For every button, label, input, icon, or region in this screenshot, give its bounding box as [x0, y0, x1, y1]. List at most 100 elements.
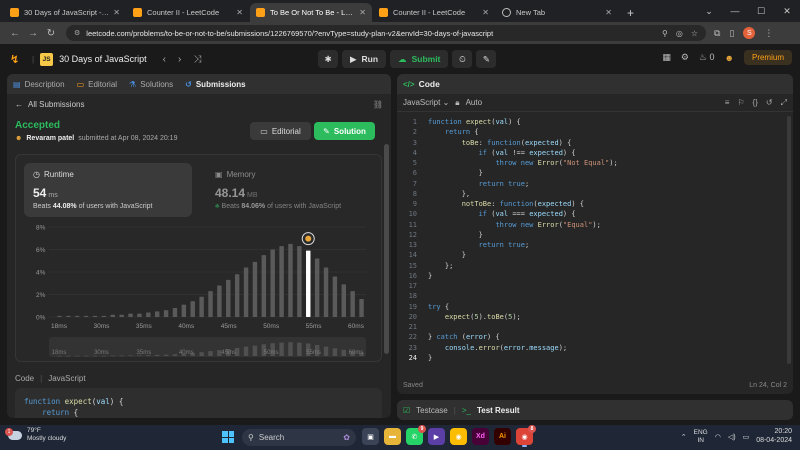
back-icon[interactable]: ← — [6, 28, 24, 39]
code-editor[interactable]: 1 function expect(val) {2 return {3 toBe:… — [397, 114, 793, 376]
close-icon[interactable]: ✕ — [605, 8, 612, 17]
auto-mode[interactable]: Auto — [466, 98, 482, 107]
code-line[interactable]: 22} catch (error) { — [397, 333, 793, 343]
new-tab-button[interactable]: + — [619, 3, 642, 22]
clock[interactable]: 20:20 08-04-2024 — [756, 428, 792, 445]
minimize-icon[interactable]: — — [722, 6, 748, 16]
close-window-icon[interactable]: ✕ — [774, 6, 800, 17]
next-problem-icon[interactable]: › — [178, 54, 181, 65]
premium-button[interactable]: Premium — [743, 50, 792, 65]
chrome-active-icon[interactable]: ◉ 8 — [516, 425, 536, 447]
tab-test-result[interactable]: Test Result — [477, 406, 520, 415]
submit-button[interactable]: ☁ Submit — [390, 50, 449, 68]
editorial-button[interactable]: ▭ Editorial — [250, 122, 311, 140]
run-button[interactable]: ▶ Run — [342, 50, 387, 68]
tab-editorial[interactable]: ▭ Editorial — [77, 80, 117, 89]
all-submissions-link[interactable]: ← All Submissions ⛓ — [15, 98, 383, 110]
runtime-distribution-chart[interactable]: 8% 6% 4% 2% 0% 18ms 30ms 35ms 40ms 45ms 50ms 55ms 60… — [16, 155, 383, 363]
format-icon[interactable]: ≡ — [725, 98, 730, 108]
editor-scrollbar[interactable] — [787, 116, 791, 364]
reload-icon[interactable]: ↻ — [42, 28, 60, 39]
code-line[interactable]: 5 throw new Error("Not Equal"); — [397, 159, 793, 169]
forward-icon[interactable]: → — [24, 28, 42, 39]
code-line[interactable]: 11 throw new Error("Equal"); — [397, 221, 793, 231]
taskbar-search[interactable]: ⚲ Search ✿ — [242, 429, 356, 446]
wifi-icon[interactable]: ◠ — [715, 433, 721, 441]
video-app-icon[interactable]: ▶ — [428, 428, 445, 445]
weather-widget[interactable]: 1 79°F Mostly cloudy — [5, 427, 66, 443]
volume-icon[interactable]: ◁) — [728, 433, 736, 441]
code-line[interactable]: 14 } — [397, 251, 793, 261]
code-line[interactable]: 1 function expect(val) { — [397, 118, 793, 128]
notes-icon[interactable]: ✎ — [476, 50, 497, 68]
profile-avatar[interactable]: S — [743, 27, 756, 39]
code-line[interactable]: 7 return true; — [397, 180, 793, 190]
browser-tab-3[interactable]: To Be Or Not To Be - LeetCode✕ — [250, 3, 372, 22]
tab-solutions[interactable]: ⚗ Solutions — [129, 80, 173, 89]
username[interactable]: Revaram patel — [26, 135, 74, 142]
task-view-icon[interactable]: ▣ — [362, 428, 379, 445]
whatsapp-icon[interactable]: ✆ 9 — [406, 425, 426, 445]
browser-tab-5[interactable]: New Tab ✕ — [496, 3, 618, 22]
bookmark-star-icon[interactable]: ☆ — [691, 29, 698, 38]
adobe-xd-icon[interactable]: Xd — [472, 428, 489, 445]
close-icon[interactable]: ✕ — [359, 8, 366, 17]
code-line[interactable]: 20 expect(5).toBe(5); — [397, 313, 793, 323]
extensions-icon[interactable]: ⧉ — [714, 28, 720, 39]
battery-icon[interactable]: ▭ — [743, 433, 750, 441]
bookmark-icon[interactable]: ⚐ — [737, 98, 744, 108]
code-line[interactable]: 10 if (val === expected) { — [397, 210, 793, 220]
code-line[interactable]: 13 return true; — [397, 241, 793, 251]
prev-problem-icon[interactable]: ‹ — [163, 54, 166, 65]
tab-search-icon[interactable]: ⌄ — [696, 6, 722, 17]
code-line[interactable]: 23 console.error(error.message); — [397, 344, 793, 354]
reset-icon[interactable]: ↺ — [766, 98, 773, 108]
windows-start-icon[interactable] — [222, 431, 234, 443]
tab-description[interactable]: ▤ Description — [13, 80, 65, 89]
share-link-icon[interactable]: ⛓ — [373, 100, 383, 109]
file-explorer-icon[interactable]: ▬ — [384, 428, 401, 445]
code-line[interactable]: 4 if (val !== expected) { — [397, 149, 793, 159]
more-icon[interactable]: ⋮ — [764, 28, 773, 39]
language-select[interactable]: JavaScript ⌄ — [403, 98, 449, 107]
tab-submissions[interactable]: ↺ Submissions — [185, 80, 246, 89]
streak-fire-icon[interactable]: ♨ 0 — [699, 52, 715, 63]
code-line[interactable]: 16} — [397, 272, 793, 282]
tab-testcase[interactable]: Testcase — [416, 406, 448, 415]
maximize-icon[interactable]: ☐ — [748, 6, 774, 17]
code-line[interactable]: 8 }, — [397, 190, 793, 200]
chevron-up-icon[interactable]: ⌃ — [681, 433, 687, 441]
code-line[interactable]: 12 } — [397, 231, 793, 241]
layout-icon[interactable]: ▦ — [662, 52, 671, 63]
browser-tab-4[interactable]: Counter II - LeetCode ✕ — [373, 3, 495, 22]
code-line[interactable]: 9 notToBe: function(expected) { — [397, 200, 793, 210]
browser-tab-2[interactable]: Counter II - LeetCode ✕ — [127, 3, 249, 22]
code-line[interactable]: 21 — [397, 323, 793, 333]
leetcode-logo-icon[interactable]: ↯ — [10, 53, 26, 66]
code-line[interactable]: 6 } — [397, 169, 793, 179]
code-line[interactable]: 19 try { — [397, 303, 793, 313]
browser-tab-1[interactable]: 30 Days of JavaScript - Study Pl✕ — [4, 3, 126, 22]
code-line[interactable]: 15 }; — [397, 262, 793, 272]
settings-icon[interactable]: ⚙ — [681, 52, 689, 63]
code-line[interactable]: 2 return { — [397, 128, 793, 138]
user-avatar-icon[interactable]: ☻ — [725, 53, 734, 63]
code-line[interactable]: 17 — [397, 282, 793, 292]
language-indicator[interactable]: ENG IN — [694, 429, 708, 445]
url-field[interactable]: ⚙ leetcode.com/problems/to-be-or-not-to-… — [66, 25, 706, 41]
shuffle-icon[interactable]: ⤨ — [193, 54, 201, 65]
solution-button[interactable]: ✎ Solution — [314, 122, 375, 140]
fullscreen-icon[interactable]: ⤢ — [781, 98, 787, 108]
zoom-icon[interactable]: ⚲ — [662, 29, 668, 38]
close-icon[interactable]: ✕ — [482, 8, 489, 17]
code-line[interactable]: 3 toBe: function(expected) { — [397, 139, 793, 149]
debug-icon[interactable]: ✱ — [318, 50, 338, 68]
code-line[interactable]: 18 — [397, 292, 793, 302]
sidebar-icon[interactable]: ▯ — [729, 28, 734, 39]
lock-icon[interactable]: 🔒︎ — [455, 98, 459, 108]
site-info-icon[interactable]: ⚙ — [74, 29, 80, 37]
timer-icon[interactable]: ⏲ — [452, 50, 473, 68]
code-line[interactable]: 24} — [397, 354, 793, 364]
adobe-illustrator-icon[interactable]: Ai — [494, 428, 511, 445]
eye-off-icon[interactable]: ◎ — [676, 29, 683, 38]
